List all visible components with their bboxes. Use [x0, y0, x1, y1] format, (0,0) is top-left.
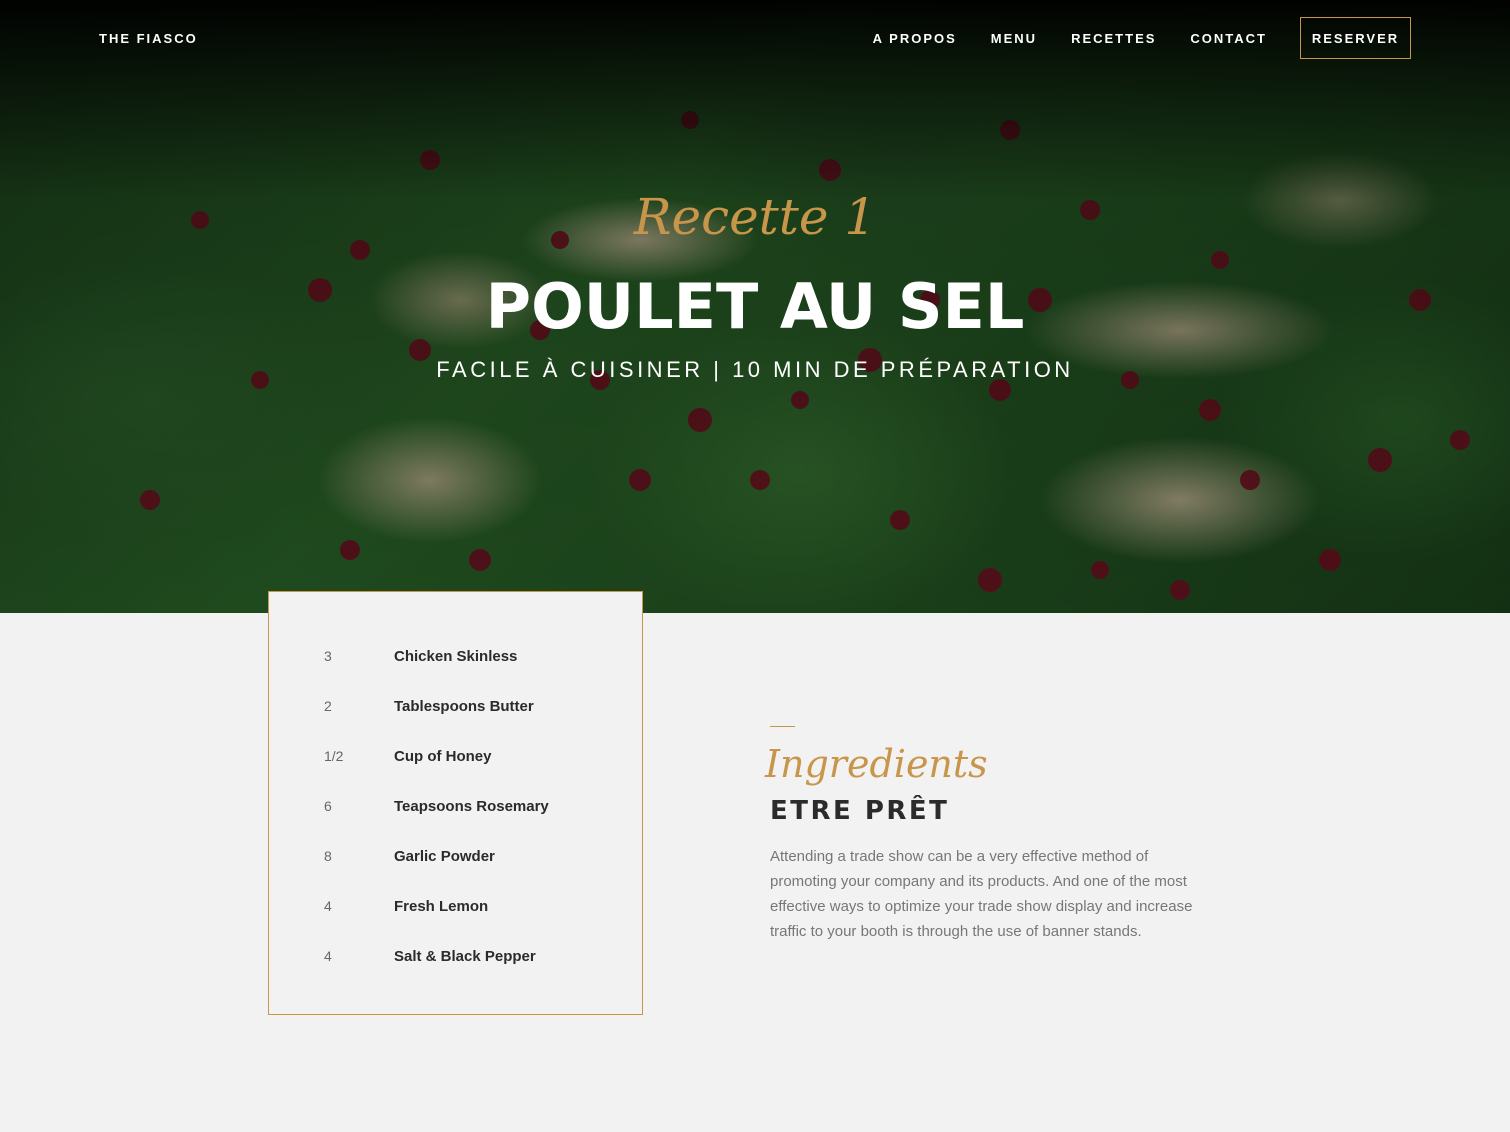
- ingredient-row: 4 Fresh Lemon: [269, 898, 642, 922]
- nav-link-a-propos[interactable]: A PROPOS: [873, 31, 957, 46]
- hero-title: POULET AU SEL: [485, 270, 1025, 343]
- ingredient-name: Cup of Honey: [394, 748, 492, 765]
- section-heading: ETRE PRÊT: [770, 796, 950, 826]
- ingredient-row: 4 Salt & Black Pepper: [269, 948, 642, 972]
- ingredient-name: Salt & Black Pepper: [394, 948, 536, 965]
- ingredient-quantity: 4: [324, 898, 332, 914]
- nav-link-contact[interactable]: CONTACT: [1190, 31, 1267, 46]
- ingredient-row: 1/2 Cup of Honey: [269, 748, 642, 772]
- hero-script-heading: Recette 1: [633, 188, 877, 246]
- ingredient-quantity: 4: [324, 948, 332, 964]
- ingredient-row: 3 Chicken Skinless: [269, 648, 642, 672]
- ingredient-row: 8 Garlic Powder: [269, 848, 642, 872]
- ingredient-quantity: 8: [324, 848, 332, 864]
- ingredient-name: Teapsoons Rosemary: [394, 798, 549, 815]
- accent-divider: [770, 726, 795, 727]
- nav-links: A PROPOS MENU RECETTES CONTACT: [873, 31, 1267, 46]
- ingredient-row: 2 Tablespoons Butter: [269, 698, 642, 722]
- nav-link-menu[interactable]: MENU: [991, 31, 1037, 46]
- section-paragraph: Attending a trade show can be a very eff…: [770, 848, 1193, 940]
- nav-link-recettes[interactable]: RECETTES: [1071, 31, 1156, 46]
- reserve-button[interactable]: RESERVER: [1300, 17, 1411, 59]
- section-script-heading: Ingredients: [765, 742, 988, 786]
- ingredient-quantity: 2: [324, 698, 332, 714]
- top-navigation: THE FIASCO A PROPOS MENU RECETTES CONTAC…: [0, 0, 1510, 80]
- ingredients-list: 3 Chicken Skinless 2 Tablespoons Butter …: [268, 591, 643, 1015]
- ingredient-name: Fresh Lemon: [394, 898, 489, 915]
- ingredient-quantity: 3: [324, 648, 332, 664]
- ingredient-quantity: 1/2: [324, 748, 344, 764]
- ingredient-quantity: 6: [324, 798, 332, 814]
- hero-subtitle: FACILE À CUISINER | 10 MIN DE PRÉPARATIO…: [436, 357, 1074, 382]
- ingredient-name: Tablespoons Butter: [394, 698, 534, 715]
- ingredient-name: Chicken Skinless: [394, 648, 518, 665]
- ingredient-row: 6 Teapsoons Rosemary: [269, 798, 642, 822]
- site-logo[interactable]: THE FIASCO: [99, 31, 198, 46]
- ingredient-name: Garlic Powder: [394, 848, 495, 865]
